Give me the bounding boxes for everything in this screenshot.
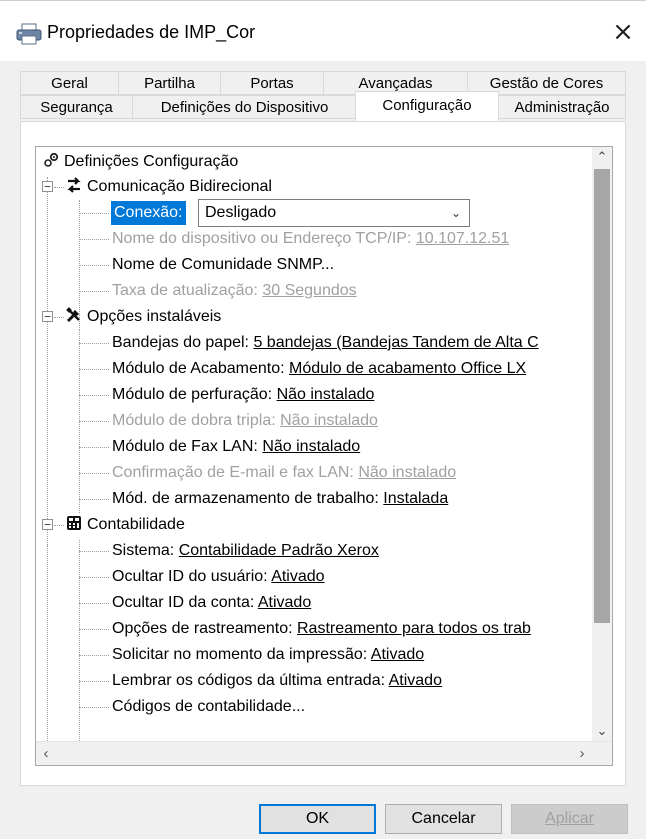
conexao-select-value: Desligado [205,204,277,221]
refresh-rate-item: Taxa de atualização: 30 Segundos [112,278,357,304]
option-value: Módulo de acabamento Office LX [289,360,527,377]
accounting-item-label: Ocultar ID do usuário: [112,568,268,585]
tree-root-label: Definições Configuração [64,153,239,170]
option-value: Não instalado [280,412,378,429]
option-label: Bandejas do papel: [112,334,249,351]
vertical-scrollbar[interactable]: ⌃ ⌄ [592,147,612,741]
scroll-down-icon[interactable]: ⌄ [592,721,612,741]
options-label: Opções instaláveis [87,308,222,325]
tree-content: Definições Configuração − Comunicação Bi… [36,147,592,741]
settings-root-icon [44,152,59,167]
option-label: Módulo de dobra tripla: [112,412,276,429]
conexao-select[interactable]: Desligado ⌄ [198,199,470,227]
conexao-label[interactable]: Conexão: [111,201,186,225]
horizontal-scrollbar[interactable]: ‹ › [36,741,612,765]
option-label: Mód. de armazenamento de trabalho: [112,490,379,507]
configuration-panel: Definições Configuração − Comunicação Bi… [20,121,626,786]
scroll-thumb[interactable] [594,169,610,623]
accounting-prompt-at-print[interactable]: Solicitar no momento da impressão: Ativa… [112,642,424,668]
accounting-item-label: Sistema: [112,542,175,559]
settings-tree[interactable]: Definições Configuração − Comunicação Bi… [35,146,613,766]
option-finisher[interactable]: Módulo de Acabamento: Módulo de acabamen… [112,356,526,382]
option-label: Módulo de Acabamento: [112,360,285,377]
collapse-options-icon[interactable]: − [42,311,53,322]
printer-icon [16,23,42,45]
option-job-storage[interactable]: Mód. de armazenamento de trabalho: Insta… [112,486,448,512]
tab-strip: Geral Partilha Portas Avançadas Gestão d… [0,61,646,123]
tree-node-comm[interactable]: Comunicação Bidirecional [66,174,272,200]
refresh-rate-value: 30 Segundos [262,282,357,299]
accounting-system[interactable]: Sistema: Contabilidade Padrão Xerox [112,538,379,564]
accounting-item-value: Rastreamento para todos os trab [297,620,531,637]
ok-button[interactable]: OK [259,804,376,834]
device-address-item: Nome do dispositivo ou Endereço TCP/IP: … [112,226,509,252]
apply-button[interactable]: Aplicar [511,804,628,834]
option-value: Instalada [383,490,449,507]
properties-dialog: Propriedades de IMP_Cor × Geral Partilha… [0,0,646,839]
title-bar: Propriedades de IMP_Cor × [0,1,646,61]
accounting-item-label: Opções de rastreamento: [112,620,293,637]
option-label: Confirmação de E-mail e fax LAN: [112,464,354,481]
accounting-tracking-options[interactable]: Opções de rastreamento: Rastreamento par… [112,616,531,642]
option-label: Módulo de perfuração: [112,386,273,403]
accounting-item-label: Lembrar os códigos da última entrada: [112,672,386,689]
tree-node-accounting[interactable]: Contabilidade [66,512,185,538]
accounting-item-value: Ativado [388,672,442,689]
snmp-community-item[interactable]: Nome de Comunidade SNMP... [112,252,334,278]
option-paper-trays[interactable]: Bandejas do papel: 5 bandejas (Bandejas … [112,330,539,356]
tab-administracao[interactable]: Administração [498,95,626,119]
tools-icon [66,307,80,323]
accounting-item-value: Ativado [257,594,312,611]
collapse-accounting-icon[interactable]: − [42,519,53,530]
option-email-fax-confirmation: Confirmação de E-mail e fax LAN: Não ins… [112,460,456,486]
accounting-item-value: Contabilidade Padrão Xerox [178,542,379,559]
option-tri-fold: Módulo de dobra tripla: Não instalado [112,408,378,434]
accounting-remember-codes[interactable]: Lembrar os códigos da última entrada: At… [112,668,442,694]
calculator-icon [67,516,81,530]
window-title: Propriedades de IMP_Cor [47,22,256,42]
option-label: Módulo de Fax LAN: [112,438,258,455]
close-icon: × [612,17,634,47]
chevron-down-icon: ⌄ [450,206,461,220]
accounting-codes[interactable]: Códigos de contabilidade... [112,694,305,720]
bidirectional-arrows-icon [67,177,81,193]
tab-seguranca[interactable]: Segurança [20,95,133,119]
collapse-comm-icon[interactable]: − [42,181,53,192]
option-hole-punch[interactable]: Módulo de perfuração: Não instalado [112,382,374,408]
tab-portas[interactable]: Portas [220,71,324,95]
option-value: Não instalado [262,438,361,455]
close-button[interactable]: × [606,15,640,49]
tab-partilha[interactable]: Partilha [118,71,221,95]
option-value: Não instalado [358,464,457,481]
option-value: 5 bandejas (Bandejas Tandem de Alta C [253,334,539,351]
accounting-item-label: Ocultar ID da conta: [112,594,255,611]
option-lan-fax[interactable]: Módulo de Fax LAN: Não instalado [112,434,360,460]
scroll-left-icon[interactable]: ‹ [36,742,56,765]
accounting-item-label: Solicitar no momento da impressão: [112,646,368,663]
device-address-value: 10.107.12.51 [415,230,510,247]
option-value: Não instalado [276,386,375,403]
tree-node-options[interactable]: Opções instaláveis [66,304,221,330]
device-address-label: Nome do dispositivo ou Endereço TCP/IP: [112,230,412,247]
apply-button-label: Aplicar [545,810,594,827]
accounting-hide-user-id[interactable]: Ocultar ID do usuário: Ativado [112,564,325,590]
comm-label: Comunicação Bidirecional [87,178,272,195]
refresh-rate-label: Taxa de atualização: [112,282,258,299]
accounting-item-value: Ativado [370,646,425,663]
accounting-hide-account-id[interactable]: Ocultar ID da conta: Ativado [112,590,311,616]
scroll-up-icon[interactable]: ⌃ [592,147,612,167]
tree-root: Definições Configuração [43,149,238,175]
tab-geral[interactable]: Geral [20,71,119,95]
accounting-label: Contabilidade [87,516,185,533]
tab-definicoes-do-dispositivo[interactable]: Definições do Dispositivo [132,95,357,119]
scroll-right-icon[interactable]: › [572,742,592,765]
tab-configuracao[interactable]: Configuração [355,91,499,121]
accounting-item-value: Ativado [271,568,325,585]
cancel-button[interactable]: Cancelar [385,804,502,834]
